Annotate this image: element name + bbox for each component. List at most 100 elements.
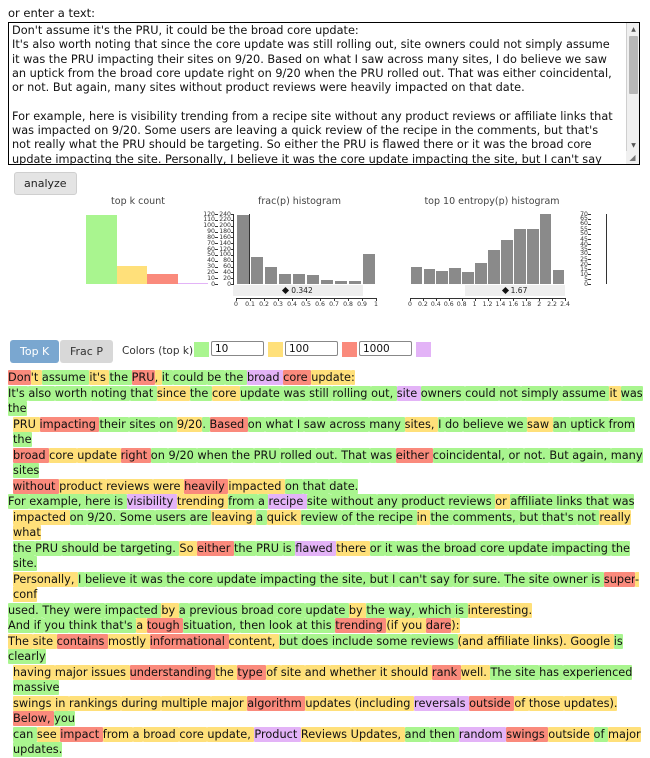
highlighted-token[interactable]: used.	[8, 602, 43, 618]
highlighted-token[interactable]: it	[129, 571, 141, 587]
highlighted-token[interactable]: reviews	[448, 494, 496, 509]
highlighted-token[interactable]: that	[585, 494, 613, 509]
highlighted-token[interactable]: is	[282, 540, 296, 556]
highlighted-token[interactable]: ,	[154, 370, 162, 385]
highlighted-token[interactable]: the	[13, 432, 32, 447]
highlighted-token[interactable]: product	[59, 478, 107, 494]
highlighted-token[interactable]: broad	[443, 540, 481, 556]
highlighted-token[interactable]: was	[370, 447, 396, 463]
highlighted-token[interactable]: PRU	[256, 540, 283, 556]
highlighted-token[interactable]: also	[28, 385, 55, 401]
highlighted-token[interactable]: on	[69, 509, 88, 525]
highlighted-token[interactable]: impacting	[39, 416, 100, 432]
highlighted-token[interactable]: here	[85, 494, 115, 509]
highlighted-token[interactable]: do	[445, 416, 463, 432]
highlighted-token[interactable]: mostly	[108, 633, 150, 649]
highlighted-token[interactable]: The	[490, 664, 516, 680]
highlighted-token[interactable]: by	[348, 602, 367, 618]
highlighted-token[interactable]: 9/20	[168, 447, 198, 463]
highlighted-token[interactable]: what	[13, 525, 41, 540]
highlighted-token[interactable]: be	[207, 370, 225, 385]
highlighted-token[interactable]: is	[613, 633, 623, 649]
highlighted-token[interactable]: rank	[431, 664, 461, 680]
scroll-down-icon[interactable]: ▼	[627, 139, 639, 151]
highlighted-token[interactable]: major	[210, 695, 248, 711]
highlighted-token[interactable]: Google	[570, 633, 614, 649]
highlighted-token[interactable]: 9/20.	[87, 509, 120, 525]
highlighted-token[interactable]: could	[172, 370, 208, 385]
highlighted-token[interactable]: broad	[13, 447, 50, 463]
highlighted-token[interactable]: there	[336, 540, 370, 556]
highlighted-token[interactable]: from	[102, 726, 133, 742]
highlighted-token[interactable]: or	[495, 494, 511, 509]
highlighted-token[interactable]: situation,	[183, 618, 240, 633]
highlighted-token[interactable]: major	[608, 726, 641, 742]
highlighted-token[interactable]: date.	[329, 478, 359, 494]
highlighted-token[interactable]: a	[257, 494, 269, 509]
highlighted-token[interactable]: were	[152, 478, 185, 494]
highlighted-token[interactable]: (and	[457, 633, 487, 649]
highlighted-token[interactable]: of	[266, 664, 281, 680]
highlighted-token[interactable]: I	[438, 416, 445, 432]
highlighted-token[interactable]: many	[610, 447, 643, 463]
highlighted-token[interactable]: update	[216, 571, 260, 587]
highlighted-token[interactable]: core	[211, 385, 241, 401]
highlighted-token[interactable]: Personally,	[13, 571, 79, 587]
highlighted-token[interactable]: are	[189, 509, 212, 525]
color-swatch-1[interactable]	[268, 342, 283, 357]
highlighted-token[interactable]: owner	[552, 571, 592, 587]
highlighted-token[interactable]: whether	[329, 664, 380, 680]
highlighted-token[interactable]: of	[341, 509, 357, 525]
highlighted-token[interactable]: you	[401, 618, 426, 633]
highlighted-token[interactable]: links).	[532, 633, 571, 649]
highlighted-token[interactable]: in	[416, 509, 431, 525]
highlighted-token[interactable]: the	[189, 385, 212, 401]
highlighted-token[interactable]: swings	[13, 695, 56, 711]
highlighted-token[interactable]: site	[280, 664, 305, 680]
highlighted-token[interactable]: review	[300, 509, 342, 525]
highlighted-token[interactable]: assume	[41, 370, 90, 385]
highlighted-token[interactable]: (including	[354, 695, 415, 711]
highlighted-token[interactable]: is	[455, 602, 468, 618]
highlighted-token[interactable]: interesting.	[467, 602, 533, 618]
highlighted-token[interactable]: swings	[506, 726, 549, 742]
highlighted-token[interactable]: from	[608, 416, 635, 432]
highlighted-token[interactable]: rankings	[68, 695, 122, 711]
highlighted-token[interactable]: sure.	[472, 571, 505, 587]
highlighted-token[interactable]: for	[453, 571, 473, 587]
highlighted-token[interactable]: see	[36, 726, 61, 742]
highlighted-token[interactable]: believe	[84, 571, 130, 587]
highlighted-token[interactable]: understanding	[129, 664, 216, 680]
highlighted-token[interactable]: links	[556, 494, 586, 509]
highlighted-token[interactable]: without	[330, 494, 377, 509]
highlighted-token[interactable]: on	[159, 416, 177, 432]
highlighted-token[interactable]: site	[528, 571, 553, 587]
highlighted-token[interactable]: you	[54, 711, 75, 726]
highlighted-token[interactable]: But	[549, 447, 573, 463]
highlighted-token[interactable]: that's	[100, 618, 137, 633]
highlighted-token[interactable]: sites,	[404, 416, 439, 432]
highlighted-token[interactable]: be	[102, 540, 121, 556]
highlighted-token[interactable]: core	[283, 370, 312, 385]
highlighted-token[interactable]: either	[395, 447, 433, 463]
highlighted-token[interactable]: For	[8, 494, 30, 509]
highlighted-token[interactable]: impact	[60, 726, 103, 742]
highlighted-token[interactable]: trending	[176, 494, 229, 509]
highlighted-token[interactable]: the	[430, 509, 453, 525]
highlighted-token[interactable]: since	[156, 385, 190, 401]
highlighted-token[interactable]: contains	[56, 633, 109, 649]
highlighted-token[interactable]: was	[620, 385, 643, 401]
highlighted-token[interactable]: broad	[246, 370, 284, 385]
highlighted-token[interactable]: the	[233, 540, 257, 556]
highlighted-token[interactable]: a	[132, 726, 144, 742]
highlighted-token[interactable]: is	[591, 571, 604, 587]
highlighted-token[interactable]: at	[296, 618, 311, 633]
highlighted-token[interactable]: what	[265, 416, 297, 432]
highlighted-token[interactable]: the	[13, 540, 36, 556]
highlighted-token[interactable]: and	[404, 726, 430, 742]
highlighted-token[interactable]: Below,	[13, 711, 55, 726]
highlighted-token[interactable]: core	[188, 571, 217, 587]
highlighted-token[interactable]: super	[603, 571, 635, 587]
highlighted-token[interactable]: should	[61, 540, 103, 556]
highlighted-token[interactable]: impacted	[104, 602, 162, 618]
